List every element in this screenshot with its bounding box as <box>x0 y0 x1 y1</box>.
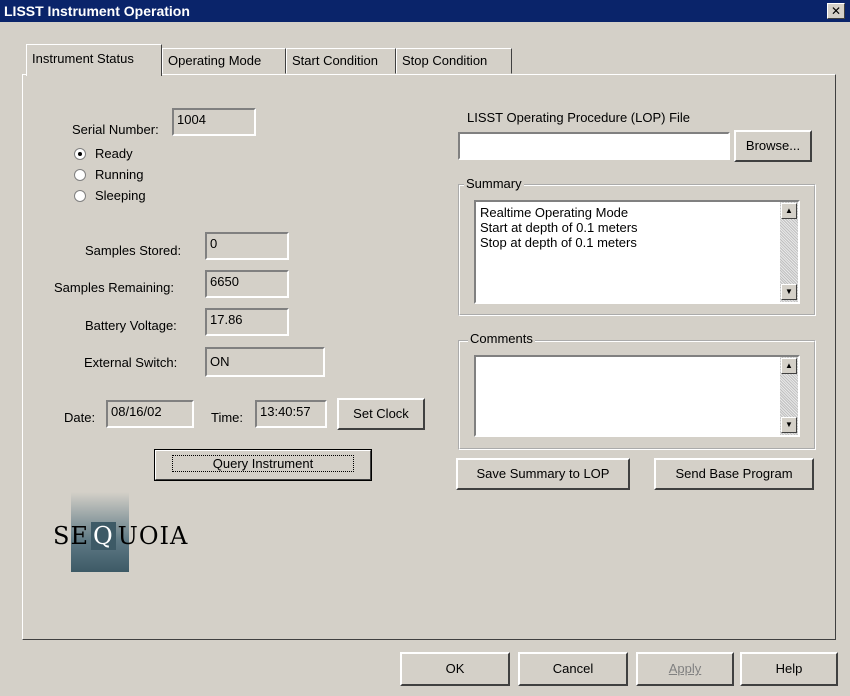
help-button[interactable]: Help <box>740 652 838 686</box>
date-label: Date: <box>64 410 96 425</box>
summary-legend: Summary <box>464 176 524 191</box>
query-instrument-label: Query Instrument <box>171 455 355 472</box>
time-label: Time: <box>211 410 244 425</box>
lop-file-label: LISST Operating Procedure (LOP) File <box>467 110 691 125</box>
close-icon[interactable]: ✕ <box>827 3 845 19</box>
battery-voltage-label: Battery Voltage: <box>85 318 177 333</box>
summary-line: Stop at depth of 0.1 meters <box>480 235 637 250</box>
ready-label: Ready <box>95 146 133 161</box>
running-label: Running <box>95 167 144 182</box>
save-summary-button[interactable]: Save Summary to LOP <box>456 458 630 490</box>
apply-button[interactable]: Apply <box>636 652 734 686</box>
external-switch-field: ON <box>205 347 325 377</box>
lop-file-input[interactable] <box>458 132 730 160</box>
scroll-up-icon[interactable]: ▲ <box>781 358 797 374</box>
scroll-down-icon[interactable]: ▼ <box>781 284 797 300</box>
tab-start-condition[interactable]: Start Condition <box>286 48 396 74</box>
samples-remaining-label: Samples Remaining: <box>54 280 174 295</box>
comments-legend: Comments <box>468 331 535 346</box>
cancel-button[interactable]: Cancel <box>518 652 628 686</box>
serial-number-label: Serial Number: <box>72 122 159 137</box>
summary-line: Realtime Operating Mode <box>480 205 629 220</box>
comments-textarea[interactable] <box>474 355 800 437</box>
date-field: 08/16/02 <box>106 400 194 428</box>
logo-text-right: UOIA <box>117 522 189 550</box>
running-radio[interactable] <box>74 169 86 181</box>
samples-remaining-field: 6650 <box>205 270 289 298</box>
logo-text-q: Q <box>90 522 116 550</box>
scroll-down-icon[interactable]: ▼ <box>781 417 797 433</box>
external-switch-label: External Switch: <box>84 355 178 370</box>
browse-button[interactable]: Browse... <box>734 130 812 162</box>
send-base-program-button[interactable]: Send Base Program <box>654 458 814 490</box>
sleeping-label: Sleeping <box>95 188 146 203</box>
sleeping-radio[interactable] <box>74 190 86 202</box>
title-bar: LISST Instrument Operation ✕ <box>0 0 850 22</box>
ok-button[interactable]: OK <box>400 652 510 686</box>
summary-textarea[interactable]: Realtime Operating Mode Start at depth o… <box>474 200 800 304</box>
logo-text-left: SE <box>53 522 89 550</box>
query-instrument-button[interactable]: Query Instrument <box>154 449 372 481</box>
battery-voltage-field: 17.86 <box>205 308 289 336</box>
logo-text: SE Q UOIA <box>53 522 188 550</box>
set-clock-button[interactable]: Set Clock <box>337 398 425 430</box>
window-title: LISST Instrument Operation <box>4 3 190 19</box>
ready-radio[interactable] <box>74 148 86 160</box>
sequoia-logo: SE Q UOIA <box>53 492 188 572</box>
tab-instrument-status[interactable]: Instrument Status <box>26 44 162 76</box>
summary-line: Start at depth of 0.1 meters <box>480 220 638 235</box>
serial-number-field: 1004 <box>172 108 256 136</box>
time-field: 13:40:57 <box>255 400 327 428</box>
scroll-up-icon[interactable]: ▲ <box>781 203 797 219</box>
tab-operating-mode[interactable]: Operating Mode <box>162 48 286 74</box>
samples-stored-label: Samples Stored: <box>85 243 182 258</box>
samples-stored-field: 0 <box>205 232 289 260</box>
tab-stop-condition[interactable]: Stop Condition <box>396 48 512 74</box>
